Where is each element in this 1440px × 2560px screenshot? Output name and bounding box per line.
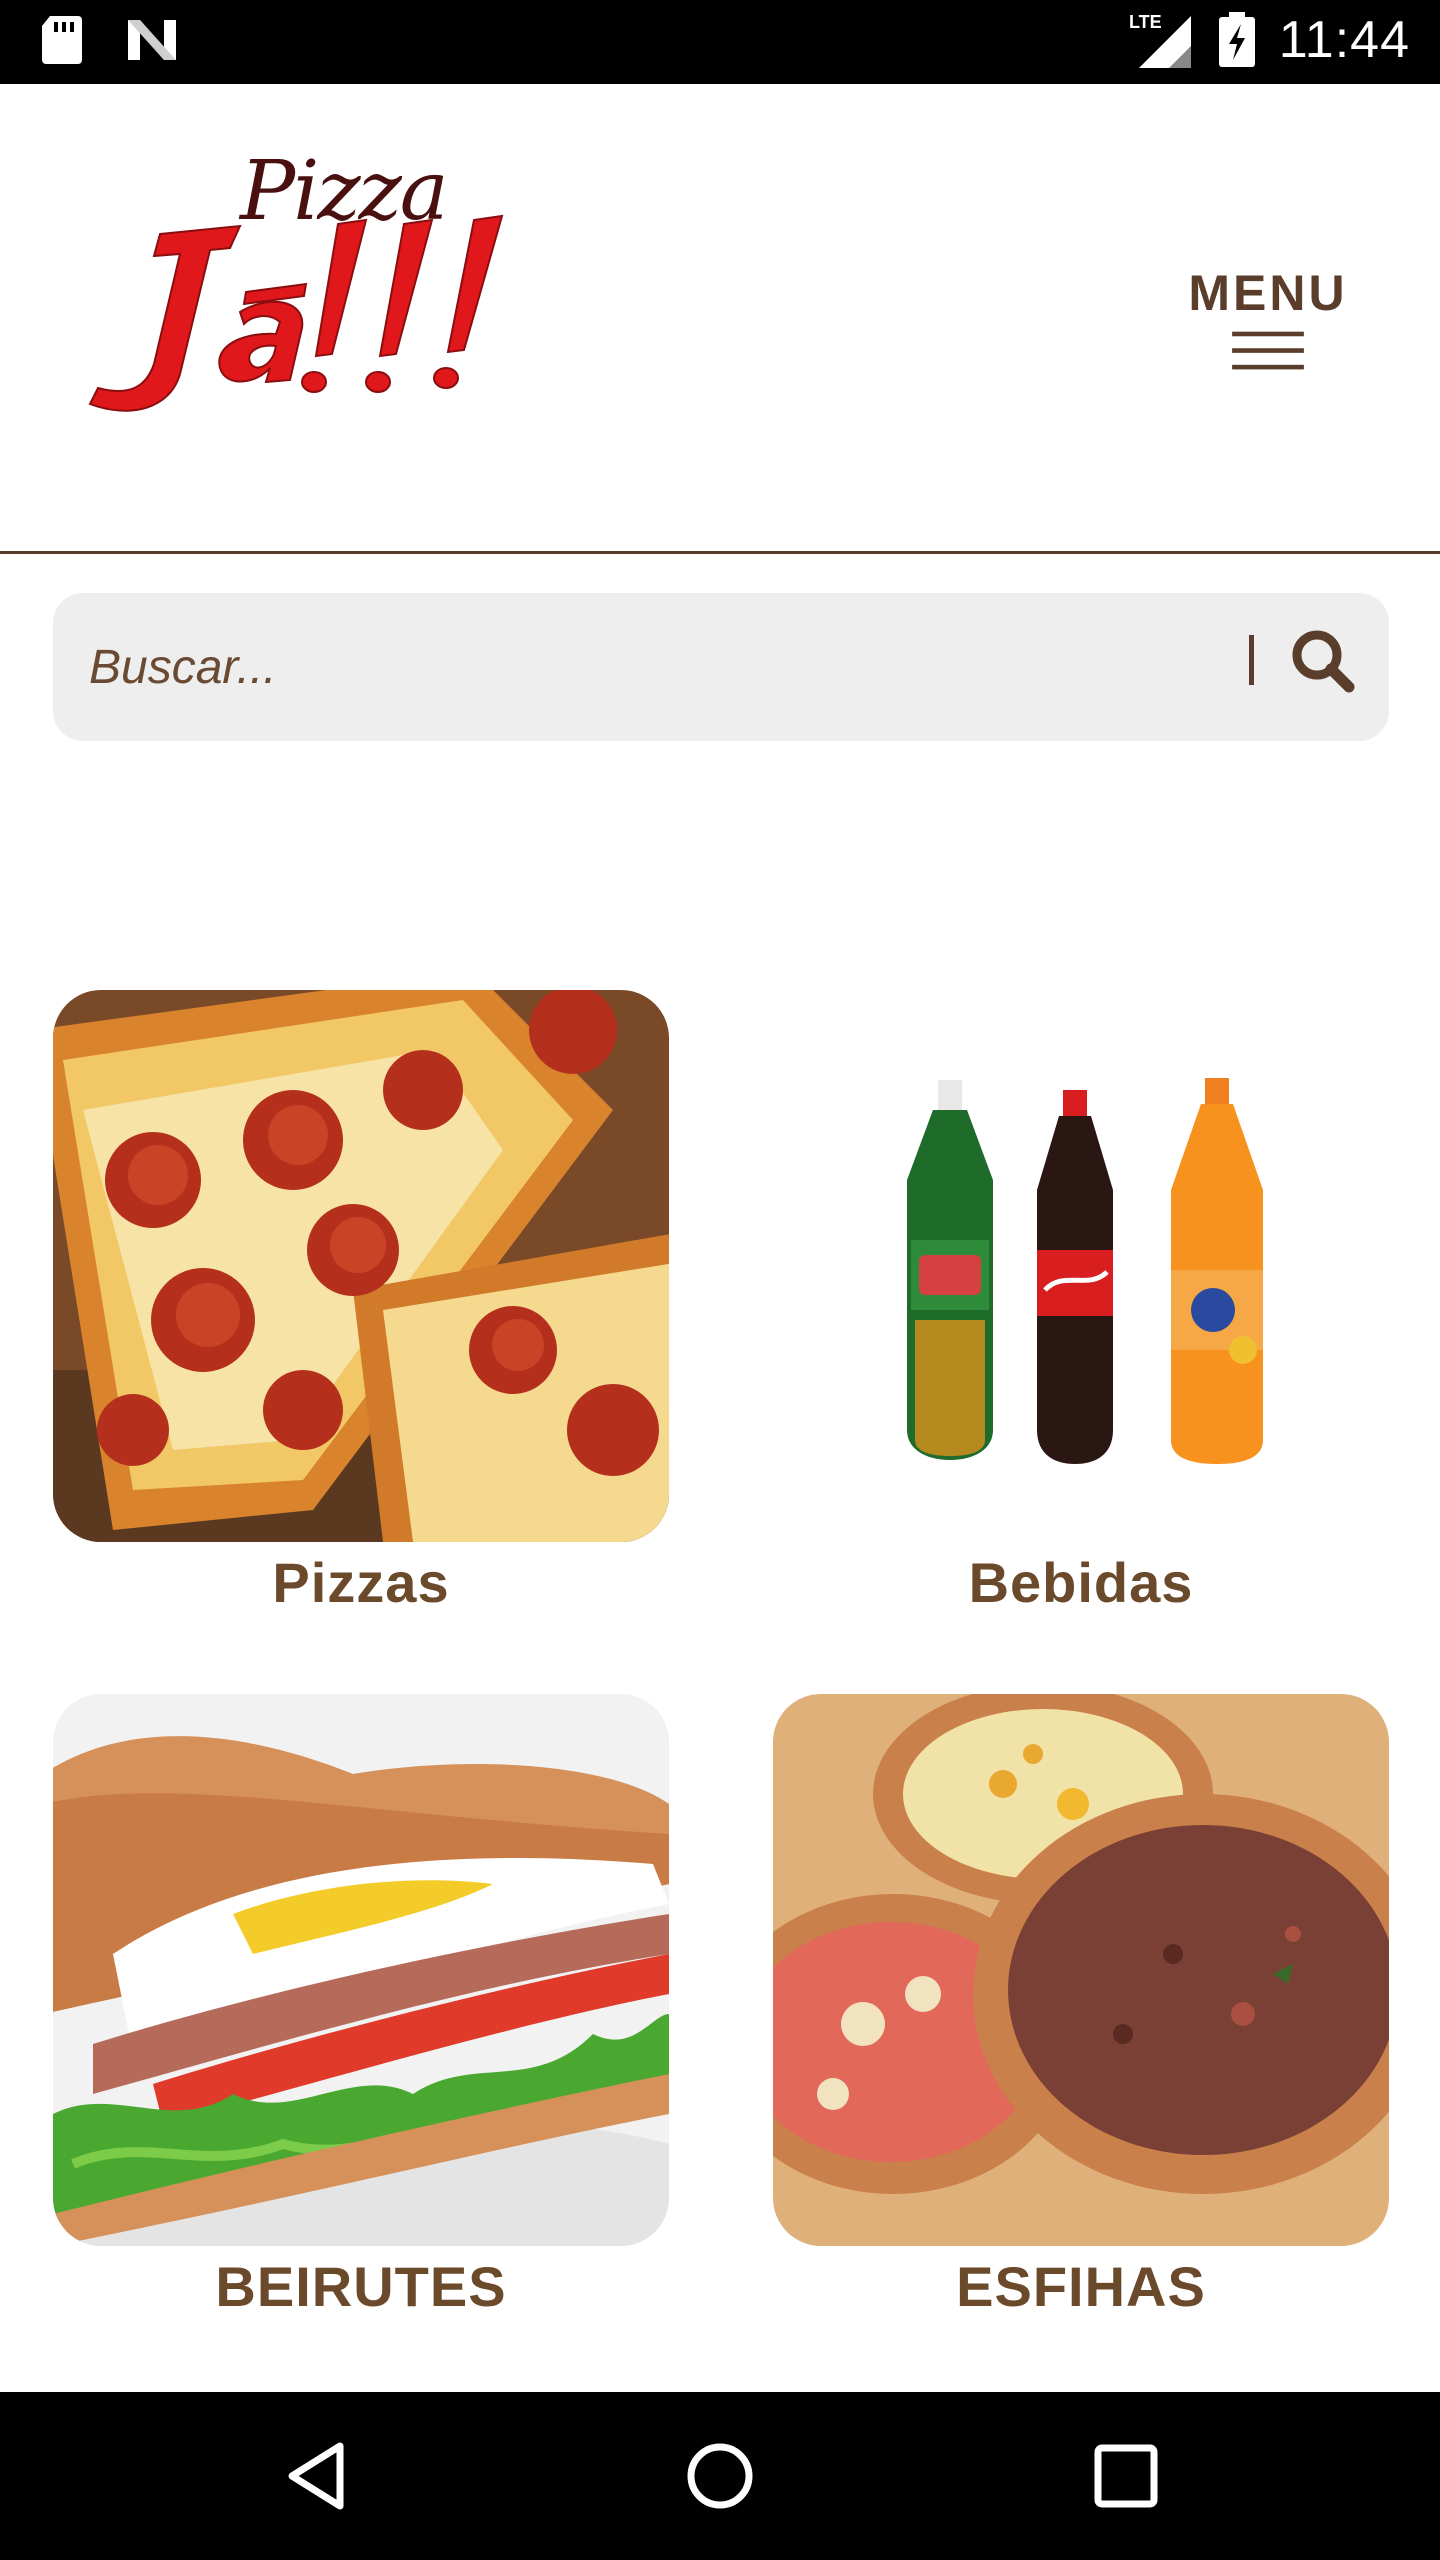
status-bar-right: LTE 11:44	[1129, 10, 1410, 70]
pizza-illustration	[53, 990, 669, 1542]
logo-ja-wordmark	[88, 214, 504, 412]
category-card-beirutes[interactable]: BEIRUTES	[53, 1694, 669, 2319]
app-header: Pizza MENU	[0, 84, 1440, 554]
esfiha-photo[interactable]	[773, 1694, 1389, 2246]
status-bar: LTE 11:44	[0, 0, 1440, 84]
category-card-bebidas[interactable]: Bebidas	[773, 990, 1389, 1615]
category-card-esfihas[interactable]: ESFIHAS	[773, 1694, 1389, 2319]
beirute-illustration	[53, 1694, 669, 2246]
sd-card-icon	[42, 16, 82, 64]
pizza-ja-logo[interactable]: Pizza	[60, 144, 560, 444]
drinks-photo[interactable]	[773, 990, 1389, 1542]
back-icon[interactable]	[278, 2436, 358, 2516]
lte-signal-icon: LTE	[1129, 12, 1191, 68]
drinks-illustration	[773, 990, 1389, 1542]
svg-text:LTE: LTE	[1129, 12, 1162, 32]
battery-charging-icon	[1218, 12, 1255, 67]
category-label-bebidas: Bebidas	[968, 1551, 1194, 1614]
home-icon[interactable]	[680, 2436, 760, 2516]
hamburger-icon	[1232, 331, 1304, 370]
recent-apps-icon[interactable]	[1086, 2436, 1166, 2516]
menu-button[interactable]: MENU	[1188, 264, 1348, 374]
beirute-sandwich-photo[interactable]	[53, 1694, 669, 2246]
category-label-pizzas: Pizzas	[272, 1551, 450, 1614]
search-input[interactable]	[89, 627, 1139, 707]
category-label-esfihas: ESFIHAS	[956, 2255, 1206, 2318]
system-nav-bar	[0, 2392, 1440, 2560]
status-time: 11:44	[1278, 11, 1410, 69]
search-bar	[53, 593, 1389, 741]
status-bar-left	[40, 14, 180, 66]
n-notification-icon	[128, 20, 176, 60]
search-divider	[1249, 635, 1254, 685]
esfiha-illustration	[773, 1694, 1389, 2246]
category-card-pizzas[interactable]: Pizzas	[53, 990, 669, 1615]
category-label-beirutes: BEIRUTES	[215, 2255, 507, 2318]
menu-label: MENU	[1188, 265, 1348, 321]
pizza-photo[interactable]	[53, 990, 669, 1542]
search-icon[interactable]	[1285, 623, 1365, 703]
